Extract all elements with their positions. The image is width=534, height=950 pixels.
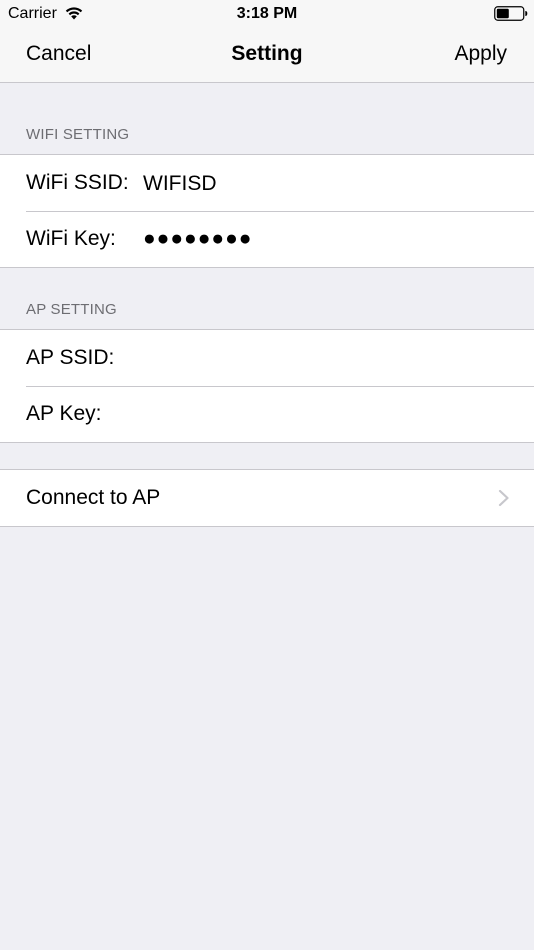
apply-button[interactable]: Apply [454, 42, 507, 66]
connect-to-ap-row[interactable]: Connect to AP [0, 470, 534, 526]
status-bar: Carrier 3:18 PM [0, 0, 534, 28]
ap-key-label: AP Key: [26, 402, 102, 425]
navigation-bar: Cancel Setting Apply [0, 28, 534, 83]
settings-screen: Carrier 3:18 PM Cancel Setting Apply WIF… [0, 0, 534, 950]
connect-group: Connect to AP [0, 469, 534, 527]
connect-to-ap-label: Connect to AP [26, 486, 161, 509]
ap-ssid-field[interactable] [143, 347, 503, 371]
wifi-ssid-field[interactable] [143, 172, 503, 196]
wifi-key-field[interactable]: ●●●●●●●● [143, 227, 503, 251]
wifi-ssid-row[interactable]: WiFi SSID: [0, 155, 534, 211]
wifi-key-label: WiFi Key: [26, 227, 116, 250]
wifi-section-header: WIFI SETTING [26, 126, 130, 143]
wifi-key-row[interactable]: WiFi Key: ●●●●●●●● [0, 211, 534, 267]
wifi-ssid-label: WiFi SSID: [26, 171, 129, 194]
ap-ssid-row[interactable]: AP SSID: [0, 330, 534, 386]
ap-key-row[interactable]: AP Key: [0, 386, 534, 442]
battery-icon [494, 6, 528, 21]
wifi-settings-group: WiFi SSID: WiFi Key: ●●●●●●●● [0, 154, 534, 268]
status-time: 3:18 PM [236, 5, 298, 22]
ap-key-field[interactable] [143, 403, 503, 427]
chevron-right-icon [498, 489, 509, 507]
ap-section-header: AP SETTING [26, 301, 117, 318]
ap-ssid-label: AP SSID: [26, 346, 115, 369]
ap-settings-group: AP SSID: AP Key: [0, 329, 534, 443]
